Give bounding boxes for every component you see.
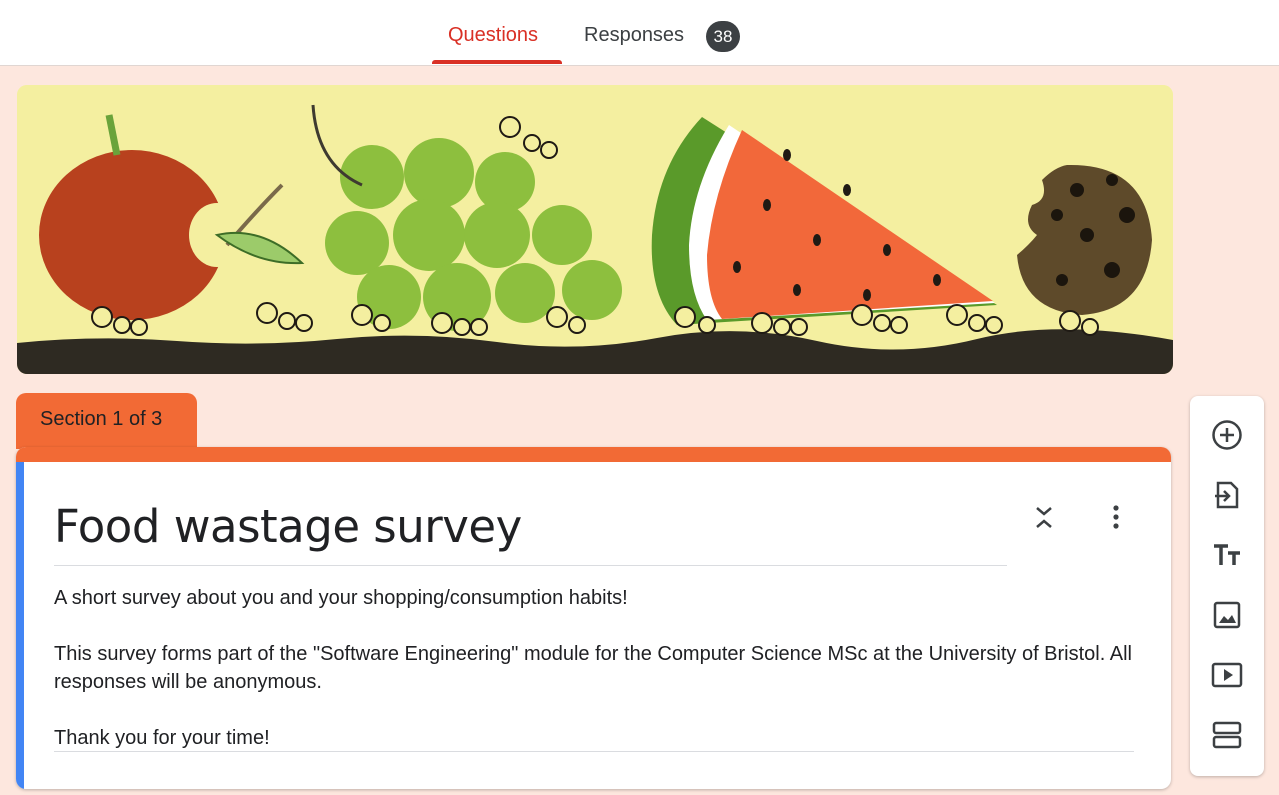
- add-video-button[interactable]: [1209, 657, 1245, 693]
- section-label-tab: Section 1 of 3: [16, 393, 197, 449]
- section-icon: [1212, 721, 1242, 749]
- add-title-description-button[interactable]: [1209, 537, 1245, 573]
- top-tab-bar: Questions Responses 38: [0, 0, 1279, 66]
- tab-questions[interactable]: Questions: [448, 24, 538, 47]
- add-image-button[interactable]: [1209, 597, 1245, 633]
- form-description-line-3[interactable]: Thank you for your time!: [54, 724, 1134, 752]
- title-underline: [54, 565, 1007, 566]
- more-options-button[interactable]: [1104, 503, 1128, 531]
- video-icon: [1211, 662, 1243, 688]
- add-question-button[interactable]: [1209, 417, 1245, 453]
- floating-toolbar: [1190, 396, 1264, 776]
- card-focus-bar: [16, 462, 24, 789]
- import-questions-button[interactable]: [1209, 477, 1245, 513]
- description-underline: [54, 751, 1134, 752]
- active-tab-indicator: [432, 60, 562, 64]
- responses-count-badge: 38: [706, 21, 740, 52]
- add-section-button[interactable]: [1209, 717, 1245, 753]
- form-title[interactable]: Food wastage survey: [54, 500, 522, 553]
- collapse-section-button[interactable]: [1032, 503, 1056, 531]
- card-theme-stripe: [16, 447, 1171, 462]
- more-vert-icon: [1113, 505, 1119, 529]
- title-text-icon: [1214, 544, 1240, 565]
- import-questions-icon: [1215, 481, 1239, 509]
- form-header-card[interactable]: Food wastage survey A short survey about…: [16, 447, 1171, 789]
- image-icon: [1213, 601, 1241, 629]
- form-description-line-2[interactable]: This survey forms part of the "Software …: [54, 640, 1134, 696]
- collapse-icon: [1036, 507, 1052, 528]
- header-banner-image: [17, 85, 1173, 374]
- tab-responses[interactable]: Responses: [584, 24, 684, 47]
- add-circle-icon: [1212, 420, 1242, 450]
- form-description-line-1[interactable]: A short survey about you and your shoppi…: [54, 584, 1134, 612]
